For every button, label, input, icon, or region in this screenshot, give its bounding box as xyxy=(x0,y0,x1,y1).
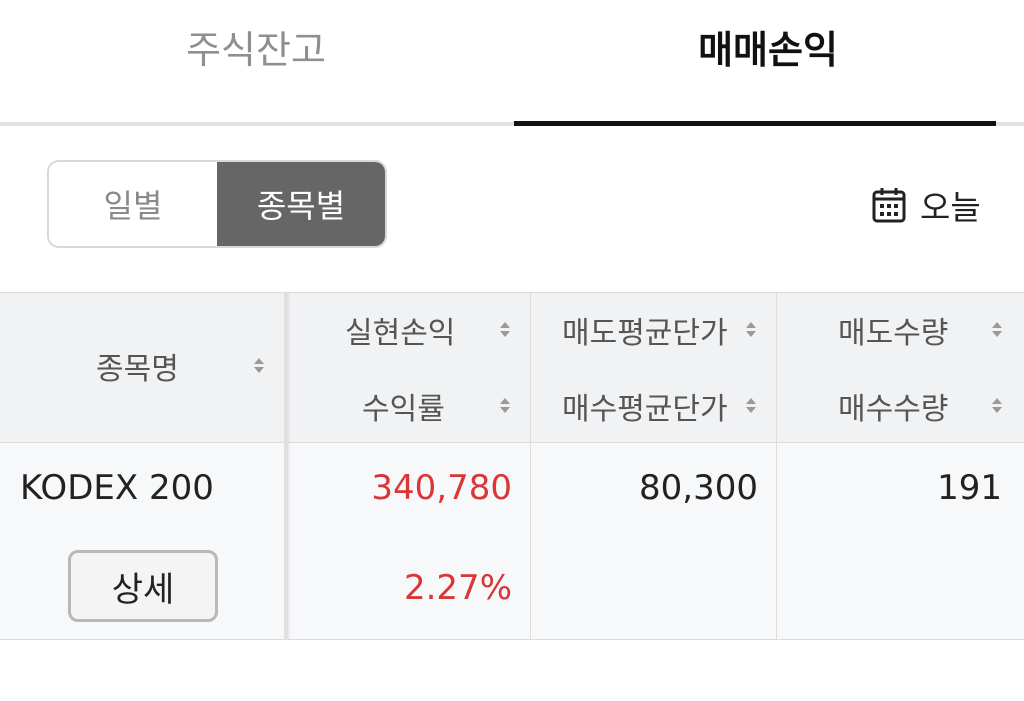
detail-button[interactable]: 상세 xyxy=(68,550,218,622)
sort-realized-pnl-icon[interactable] xyxy=(499,320,511,340)
view-mode-segmented-control: 일별 종목별 xyxy=(47,160,387,248)
tab-trading-pnl[interactable]: 매매손익 xyxy=(512,0,1024,122)
cell-stock-name: KODEX 200 xyxy=(20,468,214,508)
column-divider xyxy=(776,292,777,640)
header-buy-qty: 매수수량 xyxy=(838,392,949,427)
cell-sell-qty: 191 xyxy=(937,468,1002,508)
header-stock-name: 종목명 xyxy=(96,352,179,387)
cell-return-rate: 2.27% xyxy=(403,568,512,608)
cell-sell-avg-price: 80,300 xyxy=(639,468,758,508)
sort-sell-avg-price-icon[interactable] xyxy=(745,320,757,340)
segment-daily[interactable]: 일별 xyxy=(49,162,217,246)
segment-by-stock[interactable]: 종목별 xyxy=(217,162,385,246)
active-tab-indicator xyxy=(514,121,996,126)
sort-buy-qty-icon[interactable] xyxy=(991,396,1003,416)
header-buy-avg-price: 매수평균단가 xyxy=(562,392,728,427)
date-selector[interactable]: 오늘 xyxy=(872,180,981,230)
trading-pnl-table: 종목명 실현손익 수익률 매도평균단가 매수평균단가 매도수량 매수수량 KOD… xyxy=(0,292,1024,640)
page: 주식잔고 매매손익 일별 종목별 오늘 종목명 실현손익 수익률 매도평균단가 … xyxy=(0,0,1024,701)
tab-bar: 주식잔고 매매손익 xyxy=(0,0,1024,126)
sort-buy-avg-price-icon[interactable] xyxy=(745,396,757,416)
sort-sell-qty-icon[interactable] xyxy=(991,320,1003,340)
calendar-icon xyxy=(872,188,906,223)
column-divider xyxy=(530,292,531,640)
header-sell-avg-price: 매도평균단가 xyxy=(562,316,728,351)
cell-realized-pnl: 340,780 xyxy=(371,468,512,508)
tab-stock-balance[interactable]: 주식잔고 xyxy=(0,0,512,122)
header-sell-qty: 매도수량 xyxy=(838,316,949,351)
header-realized-pnl: 실현손익 xyxy=(345,316,456,351)
date-selector-label: 오늘 xyxy=(920,188,981,227)
fixed-column-divider xyxy=(284,292,288,640)
header-return-rate: 수익률 xyxy=(362,392,445,427)
sort-stock-name-icon[interactable] xyxy=(253,356,265,376)
sort-return-rate-icon[interactable] xyxy=(499,396,511,416)
